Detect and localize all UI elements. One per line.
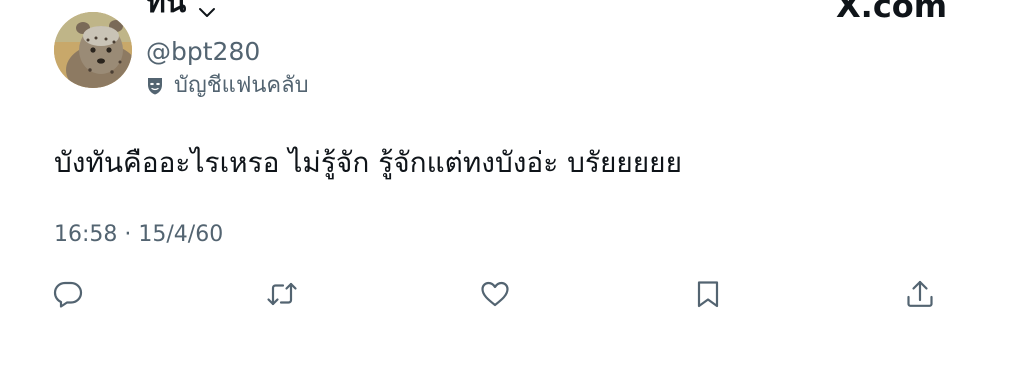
share-button[interactable]	[904, 278, 936, 310]
share-icon	[907, 280, 933, 307]
tweet-card: ทน @bpt280 บัญชีแฟนคลับ X.com บังทันคืออ…	[0, 0, 1024, 374]
reply-icon	[53, 281, 83, 308]
site-logo: X.com	[836, 0, 948, 25]
bookmark-button[interactable]	[692, 278, 724, 310]
cheetah-cub-avatar-image	[54, 12, 132, 88]
display-name-text: ทน	[146, 0, 187, 20]
fan-club-mask-icon	[148, 78, 162, 95]
fan-club-label: บัญชีแฟนคลับ	[174, 73, 309, 98]
bookmark-icon	[697, 281, 719, 308]
chevron-down-icon[interactable]	[196, 6, 218, 20]
display-name[interactable]: ทน	[146, 0, 186, 22]
heart-icon	[481, 281, 509, 307]
reply-button[interactable]	[52, 278, 84, 310]
tweet-text: บังทันคืออะไรเหรอ ไม่รู้จัก รู้จักแต่ทงบ…	[54, 146, 682, 179]
retweet-button[interactable]	[266, 278, 298, 310]
retweet-icon	[267, 282, 297, 306]
like-button[interactable]	[479, 278, 511, 310]
tweet-timestamp[interactable]: 16:58 · 15/4/60	[54, 219, 223, 251]
avatar[interactable]	[54, 12, 132, 88]
fan-club-badge[interactable]: บัญชีแฟนคลับ	[146, 70, 309, 102]
user-handle[interactable]: @bpt280	[146, 36, 260, 68]
